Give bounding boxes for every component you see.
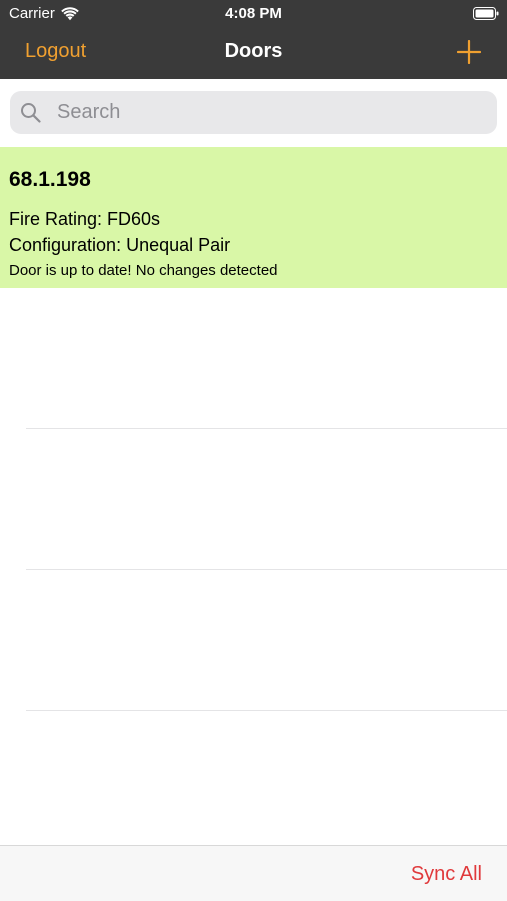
bottom-toolbar: Sync All (0, 845, 507, 901)
door-id: 68.1.198 (9, 168, 91, 191)
page-title: Doors (224, 40, 283, 62)
search-placeholder: Search (57, 101, 121, 123)
status-bar: Carrier 4:08 PM (0, 0, 507, 28)
row-separator (26, 569, 507, 570)
navigation-bar: Logout Doors (0, 28, 507, 79)
battery-icon (473, 7, 499, 20)
door-status: Door is up to date! No changes detected (9, 262, 278, 279)
row-separator (26, 710, 507, 711)
door-configuration: Configuration: Unequal Pair (9, 235, 231, 255)
row-separator (26, 428, 507, 429)
status-clock: 4:08 PM (225, 5, 282, 22)
search-input[interactable]: Search (10, 91, 497, 134)
sync-all-button[interactable]: Sync All (411, 863, 482, 886)
search-icon (21, 103, 41, 123)
door-list-item[interactable]: 68.1.198 Fire Rating: FD60s Configuratio… (0, 147, 507, 288)
plus-icon[interactable] (457, 40, 481, 64)
door-fire-rating: Fire Rating: FD60s (9, 209, 161, 229)
top-bar: Carrier 4:08 PM Logout Doors (0, 0, 507, 79)
